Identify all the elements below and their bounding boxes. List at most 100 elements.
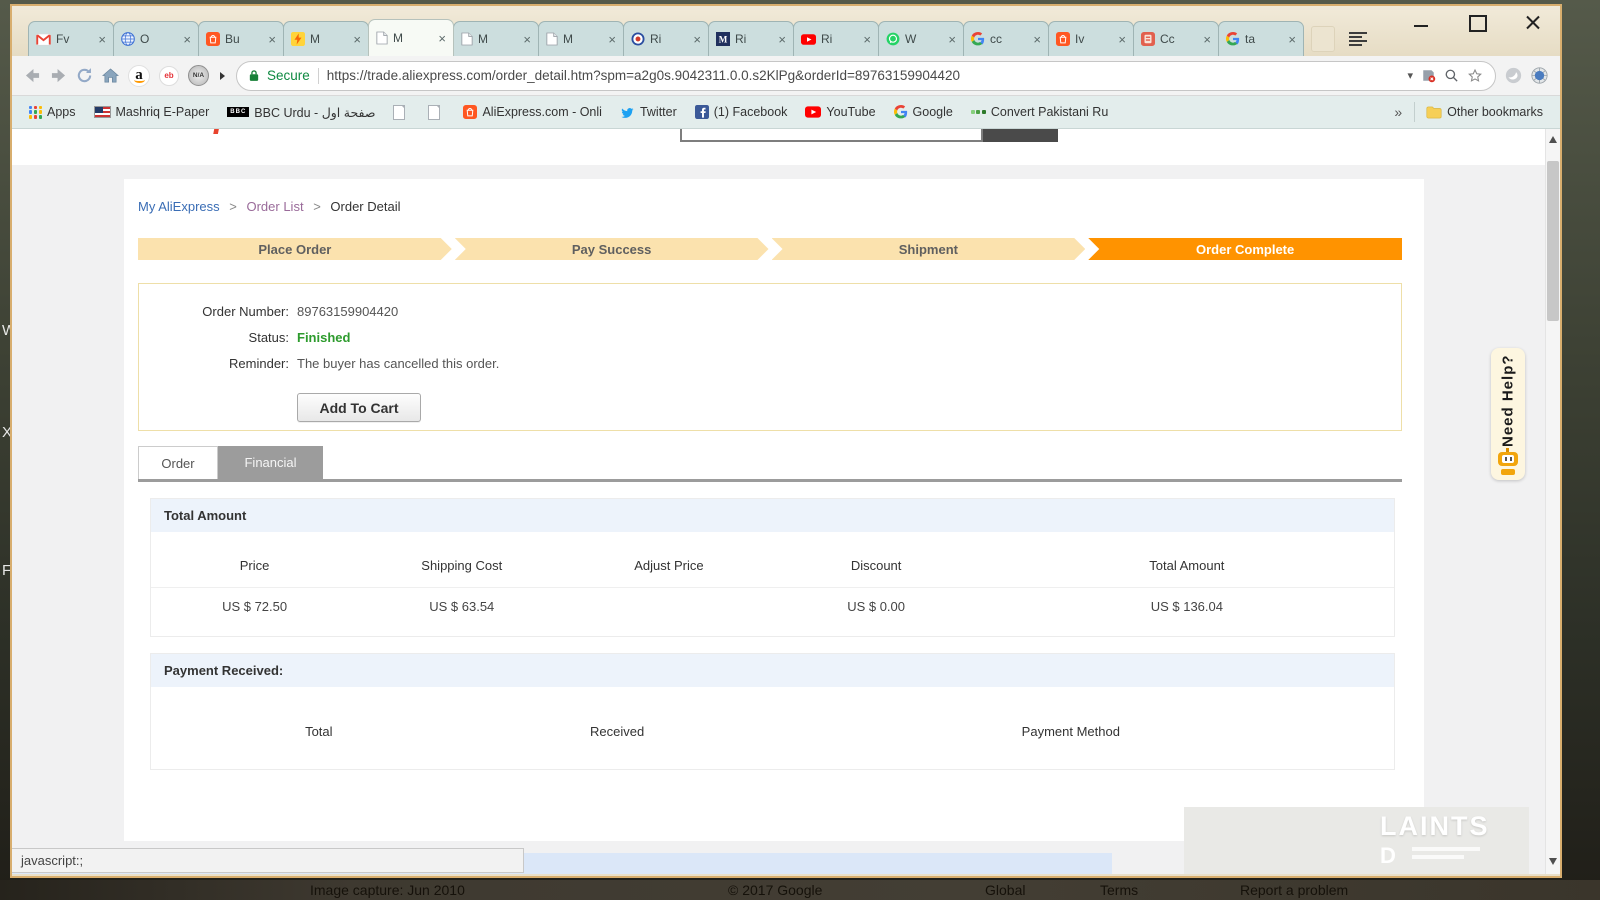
scrollbar[interactable]	[1545, 129, 1560, 874]
other-bookmarks-button[interactable]: Other bookmarks	[1419, 105, 1550, 119]
apps-button[interactable]: Apps	[22, 105, 83, 119]
tab-financial[interactable]: Financial	[218, 446, 323, 479]
tab-google[interactable]: ta ×	[1218, 21, 1304, 56]
document-icon	[461, 32, 473, 46]
tab-aliexpress[interactable]: Bu ×	[198, 21, 284, 56]
blocked-content-icon[interactable]	[1421, 68, 1436, 83]
bookmark-aliexpress[interactable]: AliExpress.com - Onli	[456, 105, 608, 119]
url-text[interactable]: https://trade.aliexpress.com/order_detai…	[327, 68, 1400, 83]
bookmark-document[interactable]	[386, 105, 417, 120]
maximize-button[interactable]	[1464, 12, 1490, 34]
close-icon[interactable]: ×	[778, 33, 786, 46]
total-amount-value-row: US $ 72.50 US $ 63.54 US $ 0.00 US $ 136…	[151, 588, 1394, 636]
tab-whatsapp[interactable]: W ×	[878, 21, 964, 56]
watermark-text: D	[1380, 843, 1396, 869]
close-icon[interactable]: ×	[608, 33, 616, 46]
close-icon[interactable]: ×	[948, 33, 956, 46]
status-label: Status:	[139, 329, 289, 347]
copyright-label: © 2017 Google	[728, 882, 822, 898]
ebay-icon[interactable]: eb	[159, 66, 179, 86]
tab-target[interactable]: Ri ×	[623, 21, 709, 56]
step-pay-success: Pay Success	[455, 238, 769, 260]
close-icon[interactable]: ×	[1118, 33, 1126, 46]
google-icon	[1226, 32, 1240, 46]
close-window-button[interactable]	[1520, 12, 1546, 34]
close-icon[interactable]: ×	[863, 33, 871, 46]
download-manager-icon[interactable]	[1505, 67, 1522, 84]
need-help-widget[interactable]: Need Help?	[1491, 348, 1525, 480]
search-input[interactable]	[680, 129, 983, 142]
bookmark-google[interactable]: Google	[887, 105, 960, 119]
tab-document[interactable]: M ×	[538, 21, 624, 56]
bookmark-twitter[interactable]: Twitter	[613, 105, 684, 119]
twitter-icon	[620, 106, 635, 119]
terms-link[interactable]: Terms	[1100, 882, 1138, 898]
tab-label: Iv	[1075, 32, 1113, 46]
status-badge: Finished	[297, 329, 350, 347]
forward-icon[interactable]	[50, 68, 67, 83]
search-button[interactable]	[983, 129, 1058, 142]
column-total: Total	[151, 724, 487, 739]
close-icon[interactable]: ×	[523, 33, 531, 46]
back-icon[interactable]	[24, 68, 41, 83]
tab-globe[interactable]: O ×	[113, 21, 199, 56]
address-bar[interactable]: Secure https://trade.aliexpress.com/orde…	[236, 61, 1496, 91]
tab-google[interactable]: cc ×	[963, 21, 1049, 56]
close-icon[interactable]: ×	[98, 33, 106, 46]
tab-label: O	[140, 32, 178, 46]
tab-label: Ri	[650, 32, 688, 46]
bookmark-document[interactable]	[421, 105, 452, 120]
aliexpress-icon	[463, 105, 477, 119]
home-icon[interactable]	[102, 68, 119, 83]
scrollbar-thumb[interactable]	[1547, 161, 1559, 321]
na-badge-icon[interactable]: N/A	[188, 65, 209, 86]
breadcrumb-my-aliexpress[interactable]: My AliExpress	[138, 199, 220, 214]
add-to-cart-button[interactable]: Add To Cart	[297, 393, 421, 422]
tab-m-badge[interactable]: M Ri ×	[708, 21, 794, 56]
close-icon[interactable]: ×	[1203, 33, 1211, 46]
tab-document[interactable]: M ×	[453, 21, 539, 56]
close-icon[interactable]: ×	[1288, 33, 1296, 46]
close-icon[interactable]: ×	[268, 33, 276, 46]
report-problem-link[interactable]: Report a problem	[1240, 882, 1348, 898]
bookmarks-overflow-icon[interactable]: »	[1386, 104, 1410, 120]
bookmark-mashriq[interactable]: Mashriq E-Paper	[87, 105, 217, 119]
bookmark-convert[interactable]: Convert Pakistani Ru	[964, 105, 1115, 119]
refresh-icon[interactable]	[76, 67, 93, 84]
scroll-up-icon[interactable]	[1549, 136, 1557, 143]
breadcrumb-order-list[interactable]: Order List	[246, 199, 303, 214]
scroll-down-icon[interactable]	[1549, 858, 1557, 865]
tab-active-document[interactable]: M ×	[368, 19, 454, 56]
extension-globe-icon[interactable]	[1531, 67, 1548, 84]
bookmark-youtube[interactable]: YouTube	[798, 105, 882, 119]
tab-youtube[interactable]: Ri ×	[793, 21, 879, 56]
close-icon[interactable]: ×	[1033, 33, 1041, 46]
minimize-button[interactable]	[1408, 12, 1434, 34]
tabs: Fv × O × Bu × M ×	[28, 19, 1367, 56]
bookmark-bbc-urdu[interactable]: BBC BBC Urdu - صفحة اول	[220, 105, 382, 120]
bookmark-label: Convert Pakistani Ru	[991, 105, 1108, 119]
tab-order[interactable]: Order	[138, 446, 218, 479]
page-header-sliver: AliExpress	[12, 129, 1545, 165]
tab-cb[interactable]: Cc ×	[1133, 21, 1219, 56]
status-bar: javascript:;	[12, 848, 524, 873]
close-icon[interactable]: ×	[183, 33, 191, 46]
global-link[interactable]: Global	[985, 882, 1025, 898]
need-help-label: Need Help?	[1491, 354, 1525, 448]
close-icon[interactable]: ×	[693, 33, 701, 46]
tab-aliexpress[interactable]: Iv ×	[1048, 21, 1134, 56]
tab-gmail[interactable]: Fv ×	[28, 21, 114, 56]
zoom-icon[interactable]	[1444, 68, 1459, 83]
tab-list-icon[interactable]	[1349, 32, 1367, 48]
tab-flash[interactable]: M ×	[283, 21, 369, 56]
close-icon[interactable]: ×	[353, 33, 361, 46]
bookmark-facebook[interactable]: (1) Facebook	[688, 105, 795, 119]
column-discount: Discount	[773, 558, 980, 573]
amazon-icon[interactable]: a	[128, 65, 150, 87]
watermark-text: LAINTS	[1380, 811, 1490, 842]
new-tab-button[interactable]	[1311, 26, 1335, 52]
close-icon[interactable]: ×	[438, 32, 446, 45]
bookmark-label: (1) Facebook	[714, 105, 788, 119]
bookmark-star-icon[interactable]	[1467, 68, 1483, 84]
chevron-down-icon[interactable]: ▾	[1407, 69, 1413, 82]
